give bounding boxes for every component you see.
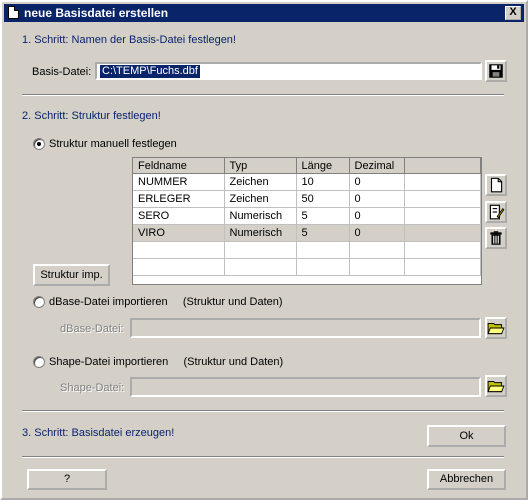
dbase-file-label: dBase-Datei: <box>60 323 124 335</box>
shape-file-label: Shape-Datei: <box>60 382 125 394</box>
cell-feldname[interactable]: VIRO <box>133 224 225 242</box>
basis-file-value: C:\TEMP\Fuchs.dbf <box>100 65 200 78</box>
dbase-import-label: dBase-Datei importieren (Struktur und Da… <box>49 296 283 308</box>
cell-dezimal[interactable] <box>349 258 405 276</box>
cell-typ[interactable] <box>224 241 297 259</box>
new-document-icon <box>490 177 503 193</box>
structure-table[interactable]: Feldname Typ Länge Dezimal NUMMER Zeiche… <box>132 157 482 285</box>
cell-feldname[interactable] <box>133 258 225 276</box>
manual-structure-label: Struktur manuell festlegen <box>49 138 177 150</box>
cell-laenge[interactable]: 5 <box>296 224 350 242</box>
basis-file-input[interactable]: C:\TEMP\Fuchs.dbf <box>95 62 482 80</box>
separator-3 <box>22 456 504 458</box>
import-structure-button[interactable]: Struktur imp. <box>33 264 110 286</box>
column-header-dezimal[interactable]: Dezimal <box>349 158 405 174</box>
open-folder-icon <box>487 381 505 393</box>
shape-import-label: Shape-Datei importieren (Struktur und Da… <box>49 356 284 368</box>
cell-laenge[interactable]: 5 <box>296 207 350 225</box>
new-field-button[interactable] <box>485 174 507 196</box>
cell-empty[interactable] <box>404 207 481 225</box>
cell-empty[interactable] <box>404 224 481 242</box>
cell-dezimal[interactable]: 0 <box>349 207 405 225</box>
cell-empty[interactable] <box>404 258 481 276</box>
column-header-feldname[interactable]: Feldname <box>133 158 225 174</box>
cell-empty[interactable] <box>404 190 481 208</box>
table-row-selected[interactable]: VIRO Numerisch 5 0 <box>133 224 481 242</box>
cell-feldname[interactable] <box>133 241 225 259</box>
edit-field-button[interactable] <box>485 201 507 223</box>
cell-laenge[interactable]: 10 <box>296 173 350 191</box>
cell-dezimal[interactable] <box>349 241 405 259</box>
window-title: neue Basisdatei erstellen <box>24 6 169 20</box>
table-row[interactable]: NUMMER Zeichen 10 0 <box>133 173 481 191</box>
cell-empty[interactable] <box>404 241 481 259</box>
delete-field-button[interactable] <box>485 227 507 249</box>
cell-typ[interactable] <box>224 258 297 276</box>
table-header: Feldname Typ Länge Dezimal <box>133 158 481 174</box>
floppy-disk-icon <box>489 64 503 78</box>
cell-typ[interactable]: Numerisch <box>224 224 297 242</box>
dbase-import-radio[interactable] <box>33 296 45 308</box>
separator-1 <box>22 94 504 96</box>
column-header-typ[interactable]: Typ <box>224 158 297 174</box>
basis-file-label: Basis-Datei: <box>32 66 92 78</box>
cancel-button[interactable]: Abbrechen <box>427 469 506 490</box>
close-button[interactable]: X <box>505 6 521 20</box>
table-row[interactable] <box>133 258 481 276</box>
cell-laenge[interactable] <box>296 241 350 259</box>
shape-file-input[interactable] <box>130 377 481 397</box>
cell-empty[interactable] <box>404 173 481 191</box>
cell-dezimal[interactable]: 0 <box>349 224 405 242</box>
step3-heading: 3. Schritt: Basisdatei erzeugen! <box>22 427 175 439</box>
ok-button[interactable]: Ok <box>427 425 506 447</box>
cell-laenge[interactable]: 50 <box>296 190 350 208</box>
shape-browse-button[interactable] <box>485 375 507 397</box>
edit-document-icon <box>489 204 505 220</box>
cell-dezimal[interactable]: 0 <box>349 173 405 191</box>
cell-feldname[interactable]: ERLEGER <box>133 190 225 208</box>
table-row[interactable]: SERO Numerisch 5 0 <box>133 207 481 225</box>
document-icon <box>8 6 19 19</box>
cell-laenge[interactable] <box>296 258 350 276</box>
step1-heading: 1. Schritt: Namen der Basis-Datei festle… <box>22 34 236 46</box>
open-folder-icon <box>487 323 505 335</box>
shape-import-radio[interactable] <box>33 356 45 368</box>
dbase-file-input[interactable] <box>130 318 481 338</box>
separator-2 <box>22 410 504 412</box>
help-button[interactable]: ? <box>27 469 107 490</box>
save-button[interactable] <box>485 60 507 82</box>
step2-heading: 2. Schritt: Struktur festlegen! <box>22 110 161 122</box>
cell-feldname[interactable]: NUMMER <box>133 173 225 191</box>
column-header-empty <box>404 158 481 174</box>
cell-typ[interactable]: Numerisch <box>224 207 297 225</box>
column-header-laenge[interactable]: Länge <box>296 158 350 174</box>
cell-typ[interactable]: Zeichen <box>224 190 297 208</box>
cell-typ[interactable]: Zeichen <box>224 173 297 191</box>
table-row[interactable]: ERLEGER Zeichen 50 0 <box>133 190 481 208</box>
manual-structure-radio[interactable] <box>33 138 45 150</box>
dbase-browse-button[interactable] <box>485 317 507 339</box>
dialog-window: neue Basisdatei erstellen X 1. Schritt: … <box>0 0 528 500</box>
cell-dezimal[interactable]: 0 <box>349 190 405 208</box>
table-row[interactable] <box>133 241 481 259</box>
cell-feldname[interactable]: SERO <box>133 207 225 225</box>
trash-icon <box>490 231 502 245</box>
title-bar[interactable]: neue Basisdatei erstellen X <box>4 4 524 22</box>
